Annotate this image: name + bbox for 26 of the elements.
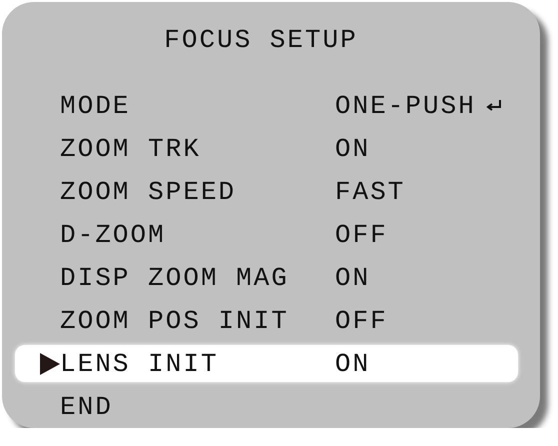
menu-label[interactable]: ZOOM SPEED <box>60 176 335 208</box>
menu-value: ON <box>335 348 370 380</box>
menu-label[interactable]: D-ZOOM <box>60 218 335 250</box>
menu-item-highlight[interactable]: LENS INIT ON <box>15 345 518 382</box>
menu-item[interactable]: D-ZOOM OFF <box>15 216 518 253</box>
menu-item[interactable]: ZOOM POS INIT OFF <box>15 302 518 339</box>
menu-label[interactable]: ZOOM TRK <box>60 132 335 164</box>
pointer-icon <box>40 352 60 374</box>
menu-label[interactable]: MODE <box>60 90 335 122</box>
menu-label: LENS INIT <box>60 348 220 380</box>
enter-arrow-icon <box>486 100 502 112</box>
menu-item[interactable]: ZOOM TRK ON <box>15 130 518 167</box>
menu-item[interactable]: END <box>15 388 518 425</box>
menu-value: ON <box>335 132 370 164</box>
menu-value: ONE-PUSH <box>335 90 476 122</box>
menu-label[interactable]: END <box>60 390 335 422</box>
menu-value: ON <box>335 262 370 294</box>
menu-label[interactable]: ZOOM POS INIT <box>60 304 335 336</box>
menu-item[interactable]: MODE ONE-PUSH <box>15 87 518 124</box>
menu-label[interactable]: DISP ZOOM MAG <box>60 262 335 294</box>
menu-title: FOCUS SETUP <box>164 24 358 56</box>
menu-item[interactable]: DISP ZOOM MAG ON <box>15 259 518 296</box>
menu-value: OFF <box>335 304 388 336</box>
menu-value: FAST <box>335 176 406 208</box>
menu-value: OFF <box>335 218 388 250</box>
menu-item[interactable]: ZOOM SPEED FAST <box>15 173 518 210</box>
